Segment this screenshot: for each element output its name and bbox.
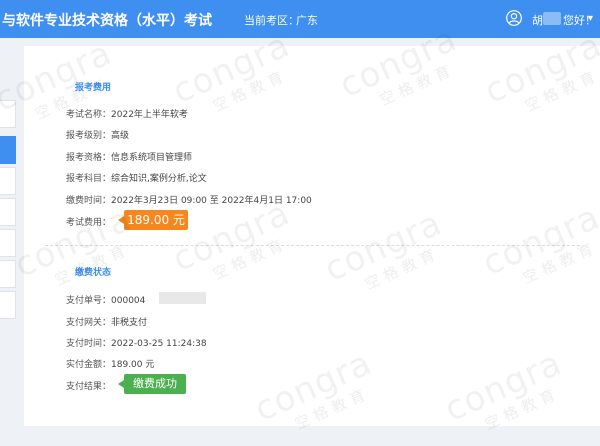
page-title: 与软件专业技术资格（水平）考试 [2, 13, 212, 29]
row-qualification: 报考资格：信息系统项目管理师 [66, 150, 192, 163]
top-header: 与软件专业技术资格（水平）考试 当前考区： 广东 胡 您好！ ▾ [0, 0, 600, 38]
row-payment-time: 支付时间：2022-03-25 11:24:38 [66, 336, 207, 349]
fee-section-title: 报考费用 [75, 83, 112, 93]
sidebar-item-1[interactable] [0, 100, 16, 128]
row-value: 高级 [111, 131, 130, 141]
sidebar [0, 38, 16, 426]
row-value: 非税支付 [111, 318, 148, 328]
chevron-down-icon[interactable]: ▾ [588, 13, 593, 24]
payment-success-badge: 缴费成功 [118, 374, 186, 394]
sidebar-item-active[interactable] [0, 136, 16, 164]
row-subjects: 报考科目：综合知识,案例分析,论文 [66, 171, 207, 184]
sidebar-item-5[interactable] [0, 229, 16, 257]
name-redaction [543, 12, 561, 25]
row-value: 2022年上半年软考 [111, 110, 188, 120]
row-label: 支付单号： [66, 296, 112, 306]
region-value[interactable]: 广东 [296, 12, 318, 28]
row-value: 2022年3月23日 09:00 至 2022年4月1日 17:00 [111, 196, 312, 206]
row-value: 000004 [111, 296, 146, 306]
row-payment-period: 缴费时间：2022年3月23日 09:00 至 2022年4月1日 17:00 [66, 193, 312, 206]
row-label: 考试名称： [66, 110, 112, 120]
row-paid-amount: 实付金额：189.00 元 [66, 357, 154, 370]
row-label: 报考级别： [66, 131, 112, 141]
region-label: 当前考区： [244, 14, 299, 27]
row-value: 综合知识,案例分析,论文 [111, 174, 207, 184]
section-divider [45, 245, 580, 246]
row-label: 支付时间： [66, 339, 112, 349]
fee-amount-badge: 189.00 元 [118, 210, 188, 230]
row-order-number: 支付单号：000004 [66, 293, 145, 306]
row-level: 报考级别：高级 [66, 128, 129, 141]
row-label: 报考科目： [66, 174, 112, 184]
row-payment-result: 支付结果： [66, 379, 111, 392]
result-label: 支付结果： [66, 382, 112, 392]
row-label: 支付网关： [66, 318, 112, 328]
sidebar-item-4[interactable] [0, 198, 16, 226]
sidebar-item-3[interactable] [0, 167, 16, 195]
sidebar-item-6[interactable] [0, 260, 16, 288]
user-name[interactable]: 胡 [532, 12, 543, 28]
payment-section-title: 缴费状态 [75, 268, 112, 278]
sidebar-item-7[interactable] [0, 291, 16, 319]
user-avatar-icon[interactable] [506, 10, 522, 26]
row-value: 信息系统项目管理师 [111, 153, 193, 163]
row-exam-name: 考试名称：2022年上半年软考 [66, 107, 188, 120]
row-fee: 考试费用： [66, 215, 111, 228]
row-value: 189.00 元 [111, 360, 155, 370]
row-value: 2022-03-25 11:24:38 [111, 339, 207, 349]
fee-label: 考试费用： [66, 218, 112, 228]
row-label: 实付金额： [66, 360, 112, 370]
row-label: 缴费时间： [66, 196, 112, 206]
order-number-redaction [159, 292, 206, 304]
row-label: 报考资格： [66, 153, 112, 163]
row-gateway: 支付网关：非税支付 [66, 315, 147, 328]
